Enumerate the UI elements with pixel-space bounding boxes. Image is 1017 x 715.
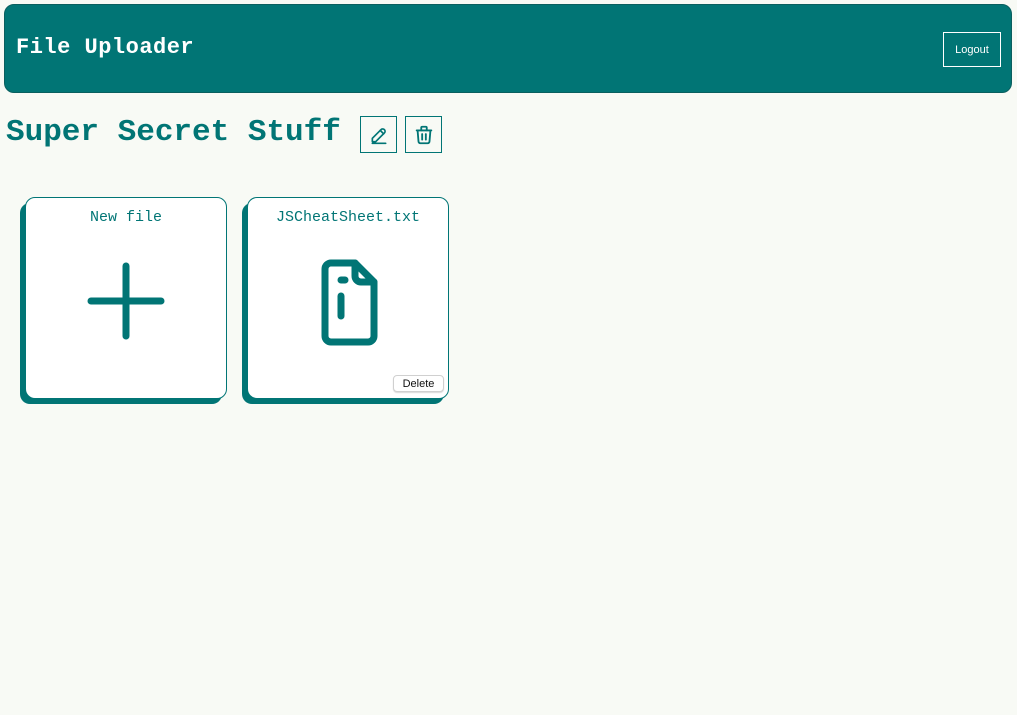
pencil-icon <box>371 127 386 144</box>
new-file-card[interactable]: New file <box>20 197 227 404</box>
folder-title: Super Secret Stuff <box>6 115 341 150</box>
app-header: File Uploader Logout <box>4 4 1012 93</box>
delete-file-button[interactable]: Delete <box>393 375 444 392</box>
file-name-label: JSCheatSheet.txt <box>275 209 421 226</box>
logout-button[interactable]: Logout <box>943 32 1001 67</box>
file-card[interactable]: JSCheatSheet.txt Delete <box>242 197 449 404</box>
card-face: JSCheatSheet.txt Delete <box>247 197 449 399</box>
app-title: File Uploader <box>16 35 195 60</box>
plus-icon <box>87 262 165 340</box>
file-text-icon <box>321 259 378 346</box>
trash-icon <box>415 125 432 144</box>
new-file-label: New file <box>89 209 162 226</box>
card-face: New file <box>25 197 227 399</box>
delete-folder-button[interactable] <box>405 116 442 153</box>
edit-folder-button[interactable] <box>360 116 397 153</box>
